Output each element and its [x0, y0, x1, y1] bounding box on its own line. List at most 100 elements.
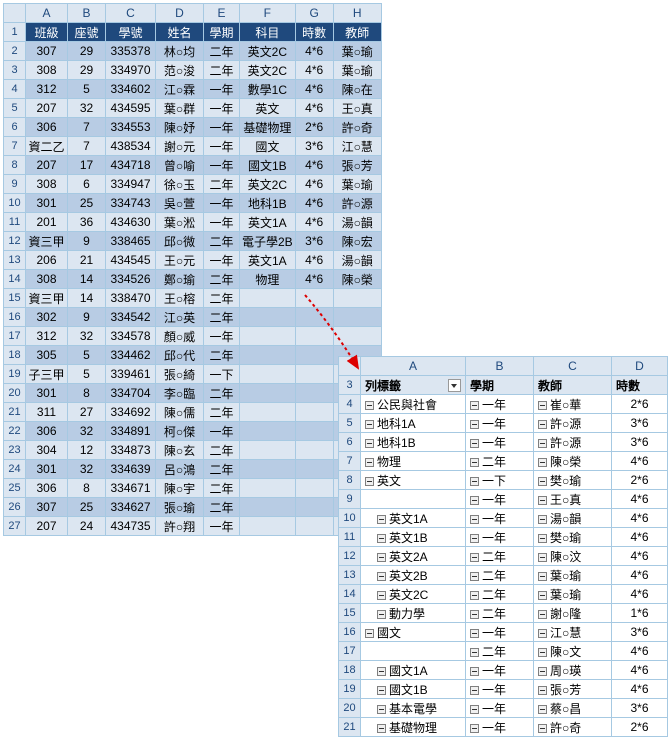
cell[interactable] [295, 517, 333, 536]
collapse-icon[interactable] [538, 496, 547, 505]
cell[interactable]: 306 [26, 479, 68, 498]
cell[interactable] [240, 346, 296, 365]
row-header[interactable]: 15 [339, 604, 361, 623]
collapse-icon[interactable] [538, 477, 547, 486]
row-header[interactable]: 18 [4, 346, 26, 365]
pivot-cell[interactable]: 許○奇 [534, 718, 612, 737]
cell[interactable]: 吳○萱 [156, 194, 204, 213]
cell[interactable] [333, 308, 381, 327]
cell[interactable]: 二年 [204, 308, 240, 327]
pivot-cell[interactable]: 二年 [466, 585, 534, 604]
select-all-corner[interactable] [4, 4, 26, 23]
cell[interactable]: 許○源 [333, 194, 381, 213]
row-header[interactable]: 19 [339, 680, 361, 699]
pivot-cell[interactable]: 4*6 [612, 490, 668, 509]
pivot-header[interactable]: 教師 [534, 376, 612, 395]
cell[interactable] [240, 327, 296, 346]
cell[interactable] [295, 441, 333, 460]
cell[interactable]: 國文 [240, 137, 296, 156]
pivot-label[interactable]: 物理 [361, 452, 466, 471]
cell[interactable]: 二年 [204, 289, 240, 308]
cell[interactable]: 一年 [204, 327, 240, 346]
collapse-icon[interactable] [470, 458, 479, 467]
row-header[interactable]: 9 [339, 490, 361, 509]
cell[interactable]: 12 [68, 441, 106, 460]
collapse-icon[interactable] [538, 553, 547, 562]
cell[interactable]: 江○慧 [333, 137, 381, 156]
pivot-cell[interactable]: 一年 [466, 490, 534, 509]
table-row[interactable]: 63067334553陳○妤一年基礎物理2*6許○奇 [4, 118, 382, 137]
cell[interactable]: 334947 [106, 175, 156, 194]
cell[interactable]: 二年 [204, 232, 240, 251]
collapse-icon[interactable] [470, 591, 479, 600]
pivot-cell[interactable]: 樊○瑜 [534, 528, 612, 547]
row-header[interactable]: 25 [4, 479, 26, 498]
cell[interactable]: 葉○淞 [156, 213, 204, 232]
collapse-icon[interactable] [365, 629, 374, 638]
cell[interactable]: 302 [26, 308, 68, 327]
pivot-label[interactable]: 英文1B [361, 528, 466, 547]
cell[interactable]: 4*6 [295, 251, 333, 270]
cell[interactable]: 二年 [204, 441, 240, 460]
row-header[interactable]: 18 [339, 661, 361, 680]
cell[interactable]: 許○奇 [333, 118, 381, 137]
pivot-row[interactable]: 21基礎物理一年許○奇2*6 [339, 718, 668, 737]
collapse-icon[interactable] [470, 648, 479, 657]
collapse-icon[interactable] [470, 686, 479, 695]
cell[interactable]: 311 [26, 403, 68, 422]
pivot-row[interactable]: 16國文一年江○慧3*6 [339, 623, 668, 642]
pivot-cell[interactable]: 葉○瑜 [534, 585, 612, 604]
pivot-row[interactable]: 11英文1B一年樊○瑜4*6 [339, 528, 668, 547]
pivot-cell[interactable]: 4*6 [612, 661, 668, 680]
pivot-row[interactable]: 14英文2C二年葉○瑜4*6 [339, 585, 668, 604]
cell[interactable]: 英文1A [240, 213, 296, 232]
table-header-cell[interactable]: 時數 [295, 23, 333, 42]
cell[interactable]: 邱○代 [156, 346, 204, 365]
pivot-cell[interactable]: 4*6 [612, 547, 668, 566]
cell[interactable]: 29 [68, 42, 106, 61]
table-row[interactable]: 2131127334692陳○儒二年 [4, 403, 382, 422]
collapse-icon[interactable] [538, 667, 547, 676]
collapse-icon[interactable] [377, 686, 386, 695]
cell[interactable] [295, 289, 333, 308]
cell[interactable]: 338465 [106, 232, 156, 251]
pivot-label[interactable]: 英文1A [361, 509, 466, 528]
cell[interactable]: 一年 [204, 80, 240, 99]
row-header[interactable]: 22 [4, 422, 26, 441]
cell[interactable]: 334639 [106, 460, 156, 479]
cell[interactable] [240, 403, 296, 422]
cell[interactable]: 二年 [204, 61, 240, 80]
cell[interactable]: 一年 [204, 517, 240, 536]
cell[interactable]: 4*6 [295, 156, 333, 175]
cell[interactable]: 一下 [204, 365, 240, 384]
cell[interactable]: 36 [68, 213, 106, 232]
cell[interactable]: 334553 [106, 118, 156, 137]
cell[interactable]: 308 [26, 175, 68, 194]
collapse-icon[interactable] [377, 515, 386, 524]
collapse-icon[interactable] [538, 686, 547, 695]
pivot-cell[interactable]: 一下 [466, 471, 534, 490]
cell[interactable]: 電子學2B [240, 232, 296, 251]
collapse-icon[interactable] [538, 401, 547, 410]
table-header-cell[interactable]: 座號 [68, 23, 106, 42]
cell[interactable]: 25 [68, 498, 106, 517]
pivot-cell[interactable]: 4*6 [612, 585, 668, 604]
cell[interactable]: 32 [68, 422, 106, 441]
cell[interactable]: 334602 [106, 80, 156, 99]
collapse-icon[interactable] [365, 477, 374, 486]
cell[interactable] [240, 517, 296, 536]
pivot-cell[interactable]: 4*6 [612, 452, 668, 471]
pivot-cell[interactable]: 一年 [466, 699, 534, 718]
collapse-icon[interactable] [470, 496, 479, 505]
collapse-icon[interactable] [538, 420, 547, 429]
cell[interactable]: 306 [26, 118, 68, 137]
table-header-cell[interactable]: 學期 [204, 23, 240, 42]
collapse-icon[interactable] [538, 515, 547, 524]
cell[interactable]: 呂○鴻 [156, 460, 204, 479]
cell[interactable]: 27 [68, 403, 106, 422]
cell[interactable]: 曾○喻 [156, 156, 204, 175]
pivot-label[interactable]: 國文1A [361, 661, 466, 680]
row-header[interactable]: 26 [4, 498, 26, 517]
row-header[interactable]: 4 [339, 395, 361, 414]
pivot-cell[interactable]: 王○真 [534, 490, 612, 509]
